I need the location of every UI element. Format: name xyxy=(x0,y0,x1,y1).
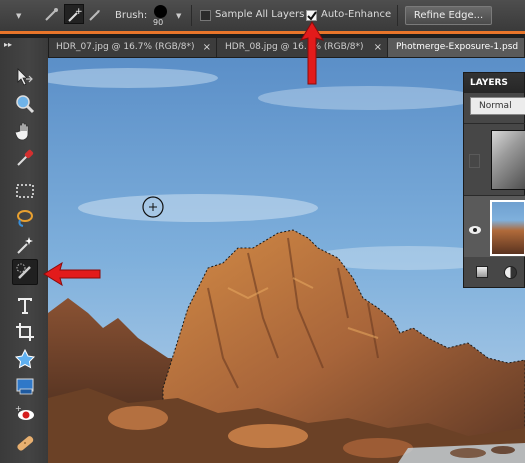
subtract-from-selection-brush-icon[interactable]: - xyxy=(86,4,106,24)
photo-rocks-landscape xyxy=(48,58,525,463)
brush-size-value: 90 xyxy=(153,18,164,27)
sample-all-layers-label: Sample All Layers xyxy=(215,9,305,20)
spot-healing-tool-icon[interactable] xyxy=(12,430,38,456)
selection-mode-group: + - xyxy=(42,4,108,26)
adjustment-layer-icon[interactable] xyxy=(504,266,517,279)
layer-row-selected[interactable] xyxy=(464,195,525,257)
close-tab-icon[interactable]: × xyxy=(203,38,211,57)
type-tool-icon[interactable] xyxy=(12,292,38,318)
svg-text:-: - xyxy=(97,6,100,16)
toolbox-panel: ▸▸ + xyxy=(0,38,49,463)
brush-label: Brush: xyxy=(115,10,148,21)
add-to-selection-brush-icon[interactable]: + xyxy=(64,4,84,24)
tab-label: Photmerge-Exposure-1.psd xyxy=(396,42,519,52)
layer-thumbnail xyxy=(490,200,525,256)
red-eye-tool-icon[interactable]: + xyxy=(12,400,38,426)
eyedropper-tool-icon[interactable] xyxy=(12,145,38,171)
new-layer-icon[interactable] xyxy=(476,266,488,278)
sample-all-layers-checkbox[interactable] xyxy=(200,10,211,21)
collapse-panel-icon[interactable]: ▸▸ xyxy=(4,40,12,49)
document-tab[interactable]: HDR_07.jpg @ 16.7% (RGB/8*) × xyxy=(48,38,217,57)
divider xyxy=(397,5,398,26)
options-bar: ▼ + - Brush: 90 ▼ Sample All Layers Auto… xyxy=(0,0,525,32)
layer-row[interactable] xyxy=(464,123,525,195)
refine-edge-button[interactable]: Refine Edge... xyxy=(405,6,492,25)
rectangular-marquee-tool-icon[interactable] xyxy=(12,178,38,204)
brush-dot-icon xyxy=(154,5,167,18)
auto-enhance-label: Auto-Enhance xyxy=(321,9,392,20)
crop-tool-icon[interactable] xyxy=(12,319,38,345)
layer-visibility-box[interactable] xyxy=(469,154,480,168)
image-canvas[interactable] xyxy=(48,58,525,463)
layer-visibility-eye-icon[interactable] xyxy=(468,220,482,239)
layers-panel-title: LAYERS xyxy=(464,73,524,93)
red-arrow-annotation-up xyxy=(299,21,325,85)
options-dropdown-icon[interactable]: ▼ xyxy=(16,12,21,20)
new-selection-brush-icon[interactable] xyxy=(42,4,62,24)
svg-text:+: + xyxy=(75,7,83,17)
quick-selection-tool-icon[interactable] xyxy=(12,259,38,285)
red-arrow-annotation-left xyxy=(43,261,101,287)
brush-picker-arrow-icon[interactable]: ▼ xyxy=(176,12,181,20)
lasso-tool-icon[interactable] xyxy=(12,205,38,231)
tab-label: HDR_08.jpg @ 16.7% (RGB/8*) xyxy=(225,42,364,52)
brush-preview[interactable]: 90 xyxy=(151,4,171,28)
move-tool-icon[interactable] xyxy=(12,64,38,90)
magic-wand-tool-icon[interactable] xyxy=(12,232,38,258)
document-tab-bar: HDR_07.jpg @ 16.7% (RGB/8*) × HDR_08.jpg… xyxy=(48,38,525,58)
zoom-tool-icon[interactable] xyxy=(12,91,38,117)
tab-label: HDR_07.jpg @ 16.7% (RGB/8*) xyxy=(56,42,195,52)
blend-mode-select[interactable]: Normal xyxy=(470,97,525,115)
divider xyxy=(191,5,192,26)
layers-panel: LAYERS Normal xyxy=(463,72,525,288)
hand-tool-icon[interactable] xyxy=(12,118,38,144)
document-tab-active[interactable]: Photmerge-Exposure-1.psd xyxy=(388,38,525,57)
cookie-cutter-tool-icon[interactable] xyxy=(12,346,38,372)
layer-thumbnail xyxy=(491,130,525,190)
close-tab-icon[interactable]: × xyxy=(374,38,382,57)
straighten-tool-icon[interactable] xyxy=(12,373,38,399)
layers-panel-footer xyxy=(464,261,525,287)
